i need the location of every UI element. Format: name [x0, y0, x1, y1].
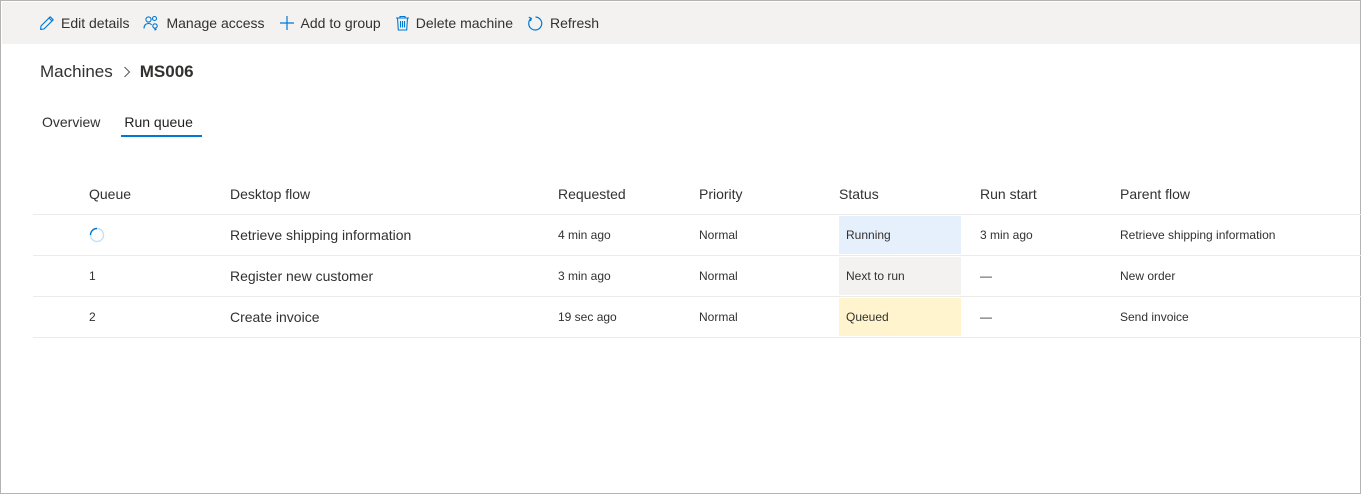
- add-to-group-label: Add to group: [300, 15, 381, 31]
- breadcrumb-current: MS006: [139, 62, 194, 81]
- header-queue[interactable]: Queue: [89, 173, 131, 214]
- edit-details-label: Edit details: [61, 15, 130, 31]
- manage-access-label: Manage access: [166, 15, 265, 31]
- table-header: Queue Desktop flow Requested Priority St…: [33, 173, 1361, 215]
- breadcrumb-machines-link[interactable]: Machines: [40, 62, 113, 82]
- desktop-flow-name[interactable]: Retrieve shipping information: [230, 215, 411, 255]
- manage-access-button[interactable]: Manage access: [143, 2, 265, 44]
- desktop-flow-name[interactable]: Register new customer: [230, 256, 373, 296]
- delete-machine-button[interactable]: Delete machine: [395, 2, 513, 44]
- chevron-right-icon: [123, 66, 131, 78]
- pencil-icon: [39, 15, 55, 31]
- run-queue-table: Queue Desktop flow Requested Priority St…: [33, 173, 1361, 338]
- table-row[interactable]: 1 Register new customer 3 min ago Normal…: [33, 256, 1361, 297]
- plus-icon: [279, 15, 295, 31]
- run-start-time: 3 min ago: [980, 228, 1033, 242]
- requested-time: 3 min ago: [558, 269, 611, 283]
- tab-overview[interactable]: Overview: [33, 108, 109, 137]
- app-frame: Edit details Manage access Add to group …: [0, 0, 1361, 494]
- status-cell: Running: [839, 215, 961, 255]
- spinner-icon: [89, 215, 105, 255]
- table-row[interactable]: 2 Create invoice 19 sec ago Normal Queue…: [33, 297, 1361, 338]
- requested-time: 4 min ago: [558, 228, 611, 242]
- parent-flow-name[interactable]: New order: [1120, 256, 1175, 296]
- table-row[interactable]: Retrieve shipping information 4 min ago …: [33, 215, 1361, 256]
- tab-run-queue[interactable]: Run queue: [115, 108, 202, 137]
- run-start-time: —: [980, 269, 992, 283]
- status-cell: Next to run: [839, 256, 961, 296]
- refresh-button[interactable]: Refresh: [527, 2, 599, 44]
- trash-icon: [395, 15, 410, 31]
- header-desktop-flow[interactable]: Desktop flow: [230, 173, 310, 214]
- desktop-flow-name[interactable]: Create invoice: [230, 297, 320, 337]
- queue-position: 2: [89, 310, 96, 324]
- status-cell: Queued: [839, 297, 961, 337]
- delete-machine-label: Delete machine: [415, 15, 513, 31]
- queue-position: 1: [89, 269, 96, 283]
- priority-value: Normal: [699, 310, 738, 324]
- edit-details-button[interactable]: Edit details: [39, 2, 129, 44]
- add-to-group-button[interactable]: Add to group: [279, 2, 381, 44]
- run-start-time: —: [980, 310, 992, 324]
- tab-list: Overview Run queue: [33, 108, 208, 137]
- priority-value: Normal: [699, 269, 738, 283]
- refresh-icon: [527, 15, 544, 32]
- requested-time: 19 sec ago: [558, 310, 617, 324]
- priority-value: Normal: [699, 228, 738, 242]
- header-priority[interactable]: Priority: [699, 173, 743, 214]
- header-status[interactable]: Status: [839, 173, 961, 214]
- command-bar: Edit details Manage access Add to group …: [2, 2, 1360, 44]
- header-parent-flow[interactable]: Parent flow: [1120, 173, 1190, 214]
- people-key-icon: [143, 15, 160, 31]
- status-badge: Next to run: [839, 257, 961, 295]
- header-run-start[interactable]: Run start: [980, 173, 1037, 214]
- refresh-label: Refresh: [550, 15, 600, 31]
- parent-flow-name[interactable]: Retrieve shipping information: [1120, 215, 1275, 255]
- parent-flow-name[interactable]: Send invoice: [1120, 297, 1189, 337]
- status-badge: Running: [839, 216, 961, 254]
- status-badge: Queued: [839, 298, 961, 336]
- breadcrumb: Machines MS006: [40, 61, 194, 83]
- header-requested[interactable]: Requested: [558, 173, 626, 214]
